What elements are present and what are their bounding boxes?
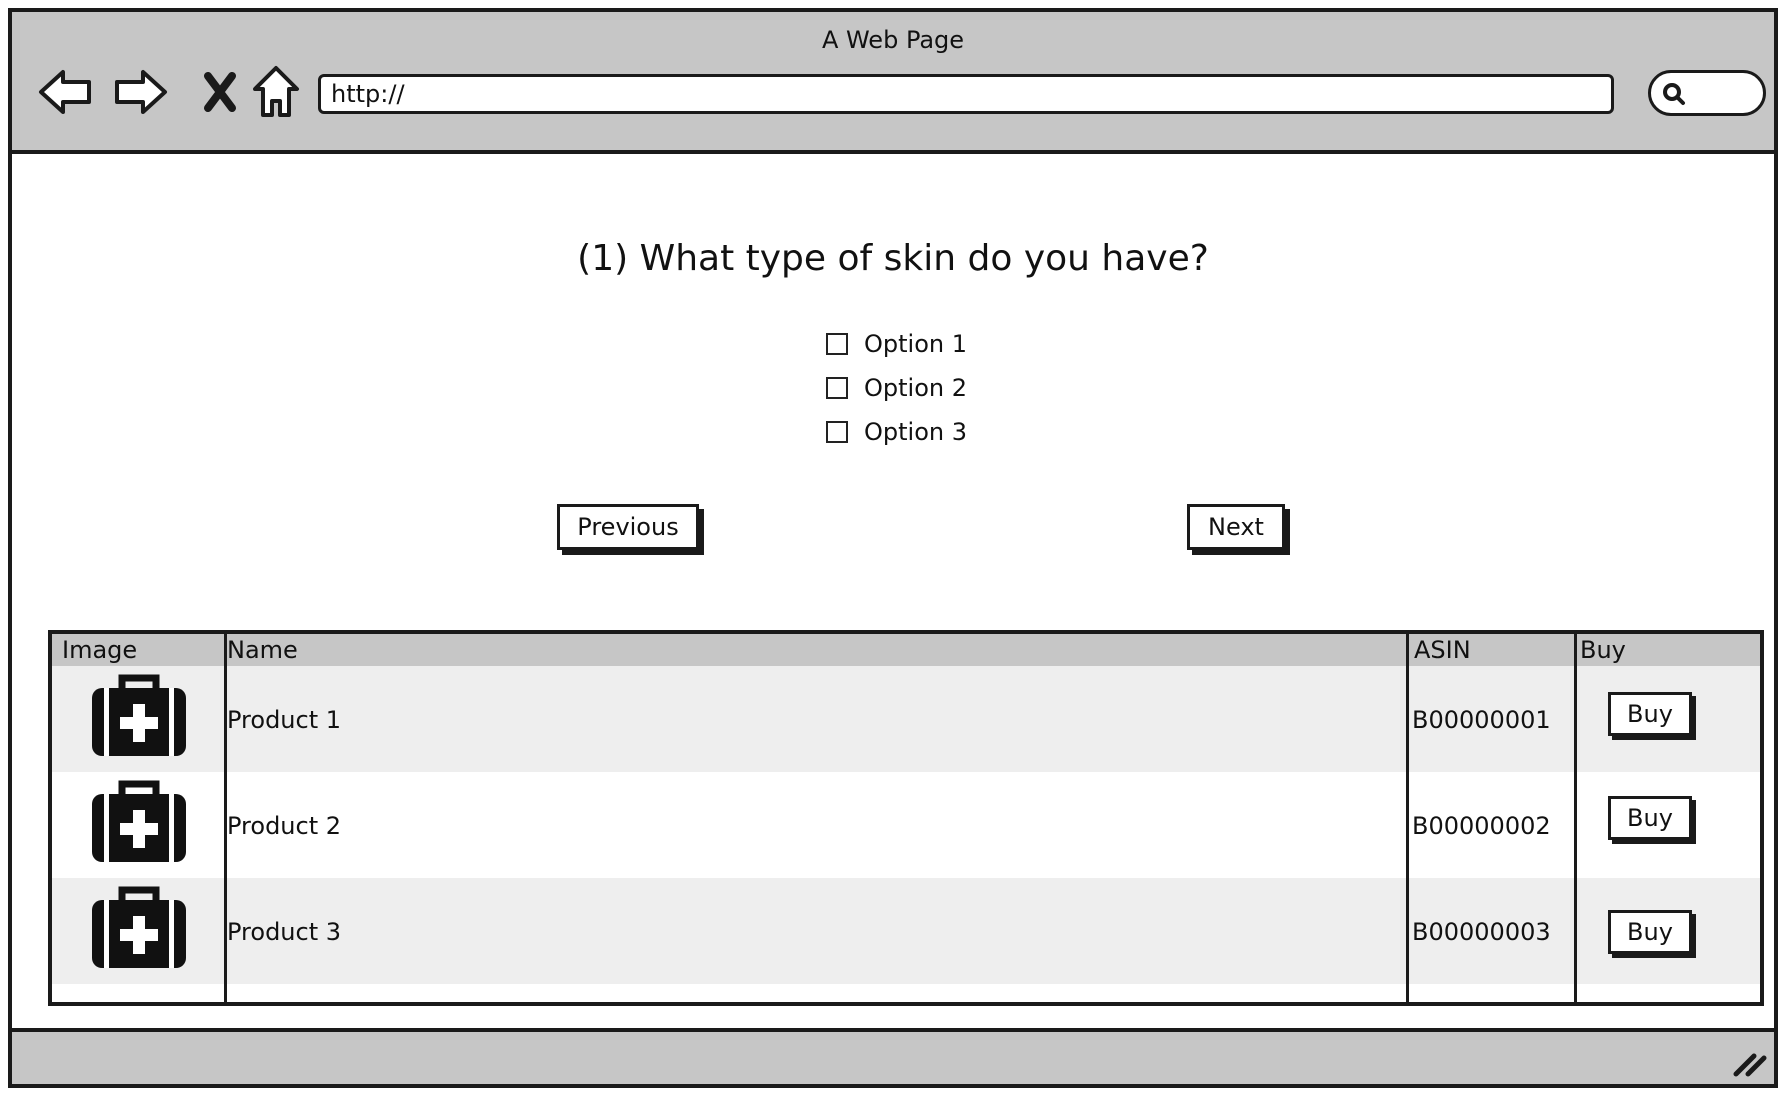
option-2-label: Option 2 <box>864 374 967 402</box>
option-2[interactable]: Option 2 <box>826 366 967 410</box>
product-name: Product 1 <box>227 706 342 734</box>
header-buy: Buy <box>1580 636 1626 664</box>
window-title: A Web Page <box>821 26 965 54</box>
stop-icon <box>204 72 236 112</box>
home-button[interactable] <box>244 60 308 124</box>
browser-search-field[interactable] <box>1648 70 1766 116</box>
option-3-label: Option 3 <box>864 418 967 446</box>
header-name: Name <box>227 636 298 664</box>
product-asin: B00000003 <box>1412 918 1551 946</box>
browser-toolbar: A Web Page http:// <box>12 12 1774 154</box>
buy-button[interactable]: Buy <box>1608 796 1692 840</box>
option-1-checkbox[interactable] <box>826 333 848 355</box>
back-button[interactable] <box>34 60 98 124</box>
medical-kit-icon <box>92 780 186 862</box>
browser-window: A Web Page http:// (1) What type of skin… <box>8 8 1778 1088</box>
medical-kit-icon <box>92 674 186 756</box>
buy-button[interactable]: Buy <box>1608 910 1692 954</box>
resize-grip-icon[interactable] <box>1732 1050 1768 1078</box>
url-input[interactable]: http:// <box>318 74 1614 114</box>
column-divider <box>224 634 227 1002</box>
header-asin: ASIN <box>1414 636 1471 664</box>
next-button[interactable]: Next <box>1187 504 1285 550</box>
buy-button[interactable]: Buy <box>1608 692 1692 736</box>
product-table: Image Name ASIN Buy Product 1 B00000001 … <box>48 630 1764 1006</box>
forward-arrow-icon <box>115 70 167 114</box>
product-asin: B00000002 <box>1412 812 1551 840</box>
header-image: Image <box>62 636 138 664</box>
previous-button[interactable]: Previous <box>557 504 699 550</box>
option-3[interactable]: Option 3 <box>826 410 967 454</box>
table-row: Product 3 B00000003 Buy <box>52 878 1760 984</box>
column-divider <box>1574 634 1577 1002</box>
home-icon <box>253 66 299 117</box>
medical-kit-icon <box>92 886 186 968</box>
option-list: Option 1 Option 2 Option 3 <box>826 322 967 454</box>
column-divider <box>1406 634 1409 1002</box>
status-bar <box>12 1028 1774 1084</box>
product-name: Product 3 <box>227 918 342 946</box>
stop-button[interactable] <box>188 60 252 124</box>
option-3-checkbox[interactable] <box>826 421 848 443</box>
product-asin: B00000001 <box>1412 706 1551 734</box>
forward-button[interactable] <box>108 60 172 124</box>
table-header: Image Name ASIN Buy <box>52 634 1760 666</box>
table-row: Product 2 B00000002 Buy <box>52 772 1760 878</box>
back-arrow-icon <box>39 70 91 114</box>
table-row: Product 1 B00000001 Buy <box>52 666 1760 772</box>
search-icon <box>1663 83 1685 105</box>
question-title: (1) What type of skin do you have? <box>577 238 1209 279</box>
option-1-label: Option 1 <box>864 330 967 358</box>
product-name: Product 2 <box>227 812 342 840</box>
option-2-checkbox[interactable] <box>826 377 848 399</box>
option-1[interactable]: Option 1 <box>826 322 967 366</box>
